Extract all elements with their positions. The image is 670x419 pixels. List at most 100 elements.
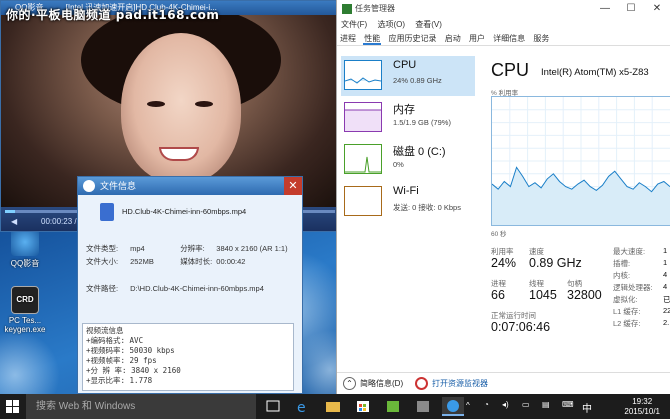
windows-logo-icon [13,407,19,413]
stream-info-box[interactable]: 视频流信息 +编码格式: AVC +视频码率: 50030 kbps +视频帧率: 2… [82,323,294,391]
resource-item-disk[interactable]: 磁盘 0 (C:) 0% [341,140,475,180]
prev-icon[interactable]: ◀ [11,217,17,226]
desktop-icon-label: QQ影音 [10,259,40,268]
close-button[interactable]: ✕ [644,0,670,18]
battery-icon[interactable]: ▭ [522,400,530,409]
info-label: 媒体时长: [180,257,213,266]
tab-app-history[interactable]: 应用历史记录 [387,34,437,43]
windows-logo-icon [6,400,12,406]
task-manager-icon [342,4,352,14]
spec-label: 内核: [613,271,631,280]
tab-performance[interactable]: 性能 [363,34,382,45]
resource-usage: 发送: 0 接收: 0 Kbps [393,203,461,212]
spec-label: L1 缓存: [613,307,641,316]
menu-options[interactable]: 选项(O) [377,20,405,29]
tab-users[interactable]: 用户 [468,34,486,43]
close-button[interactable]: ✕ [284,177,302,195]
desktop-icon-qqplayer[interactable]: QQ影音 [2,228,48,269]
resource-name: CPU [393,59,417,71]
frost-decoration [0,330,60,394]
file-explorer-icon[interactable] [322,397,344,416]
app-icon[interactable] [382,397,404,416]
desktop-icon-pctest[interactable]: CRD PC Tes... keygen.exe [2,286,48,334]
video-file-icon [100,203,114,221]
ime-indicator[interactable]: 中 [582,400,592,415]
minimize-button[interactable]: — [592,0,618,18]
resource-item-cpu[interactable]: CPU 24% 0.89 GHz [341,56,475,96]
stream-line: +视频码率: 50030 kbps [86,346,175,355]
spec-value: 2. [663,318,670,327]
stat-value: 24% [491,256,517,270]
tab-bar: 进程 性能 应用历史记录 启动 用户 详细信息 服务 [337,32,670,46]
edge-icon[interactable]: e [292,397,314,416]
seek-progress [5,210,15,213]
resource-usage: 0% [393,160,404,169]
spec-value: 1 [663,258,668,267]
network-icon[interactable]: ◔ [484,400,489,409]
dialog-titlebar[interactable]: 文件信息 ✕ [78,177,302,195]
tab-startup[interactable]: 启动 [444,34,462,43]
resource-item-memory[interactable]: 内存 1.5/1.9 GB (79%) [341,98,475,138]
resource-list: CPU 24% 0.89 GHz 内存 1.5/1.9 GB (79%) 磁盘 … [341,56,475,372]
file-name: HD.Club-4K-Chimei-inn-60mbps.mp4 [122,207,247,216]
menu-file[interactable]: 文件(F) [341,20,367,29]
spec-value: 1 [663,246,668,255]
menu-bar: 文件(F) 选项(O) 查看(V) [337,18,670,32]
cpu-usage-chart [492,97,670,225]
fewer-details-button[interactable]: 简略信息(D) [343,373,403,395]
info-label: 文件大小: [86,257,119,266]
disk-sparkline [344,144,382,174]
open-resource-monitor-link[interactable]: 打开资源监视器 [415,373,488,395]
tab-details[interactable]: 详细信息 [492,34,526,43]
tray-expand-icon[interactable]: ^ [466,401,470,410]
spec-label: 最大速度: [613,247,646,256]
playback-time: 00:00:23 / [41,217,77,226]
cpu-detail-panel: CPU Intel(R) Atom(TM) x5-Z83 % 利用率 60 秒 … [489,56,670,372]
watermark: 你的·平板电脑频道 pad.it168.com [6,8,220,22]
start-button[interactable] [6,400,20,414]
volume-icon[interactable]: ◂) [502,400,509,409]
task-view-icon[interactable] [262,397,284,416]
detail-title: CPU [491,60,530,80]
store-icon[interactable] [352,397,374,416]
qqplayer-icon [11,228,39,256]
windows-logo-icon [6,407,12,413]
maximize-button[interactable]: ☐ [618,0,644,18]
keyboard-icon[interactable]: ⌨ [562,400,574,409]
task-manager-window: 任务管理器 — ☐ ✕ 文件(F) 选项(O) 查看(V) 进程 性能 应用历史… [336,0,670,394]
windows-logo-icon [13,400,19,406]
tab-processes[interactable]: 进程 [339,34,357,43]
wifi-sparkline [344,186,382,216]
cpu-usage-graph [491,96,670,226]
tab-services[interactable]: 服务 [532,34,550,43]
spec-label: 插槽: [613,259,631,268]
cpu-model: Intel(R) Atom(TM) x5-Z83 [541,67,649,78]
desktop-icon-label: keygen.exe [4,325,46,334]
spec-label: 虚拟化: [613,295,638,304]
clock-date: 2015/10/1 [624,407,660,416]
clock[interactable]: 19:32 2015/10/1 [624,397,660,417]
resource-usage: 24% 0.89 GHz [393,76,442,85]
taskbar-search-box[interactable]: 搜索 Web 和 Windows [26,394,256,419]
resource-name: Wi-Fi [393,185,419,197]
stat-value: 1045 [529,288,557,302]
tm-titlebar[interactable]: 任务管理器 — ☐ ✕ [337,0,670,18]
qqplayer-logo-icon [83,180,95,192]
app-icon[interactable] [412,397,434,416]
stream-line: +显示比率: 1.778 [86,376,153,385]
spec-value: 22 [663,306,670,315]
video-content [195,101,213,107]
resource-usage: 1.5/1.9 GB (79%) [393,118,451,127]
resource-name: 内存 [393,104,415,116]
info-value: mp4 [130,244,145,253]
info-label: 分辨率: [180,244,205,253]
spec-value: 已 [663,295,670,304]
stream-line: +视频帧率: 29 fps [86,356,157,365]
file-info-dialog: 文件信息 ✕ HD.Club-4K-Chimei-inn-60mbps.mp4 … [77,176,303,394]
notification-icon[interactable]: ▤ [542,400,550,409]
menu-view[interactable]: 查看(V) [415,20,442,29]
desktop-icon-label: PC Tes... [8,316,42,325]
dialog-title: 文件信息 [100,181,137,191]
resource-item-wifi[interactable]: Wi-Fi 发送: 0 接收: 0 Kbps [341,182,475,222]
info-label: 文件类型: [86,244,119,253]
